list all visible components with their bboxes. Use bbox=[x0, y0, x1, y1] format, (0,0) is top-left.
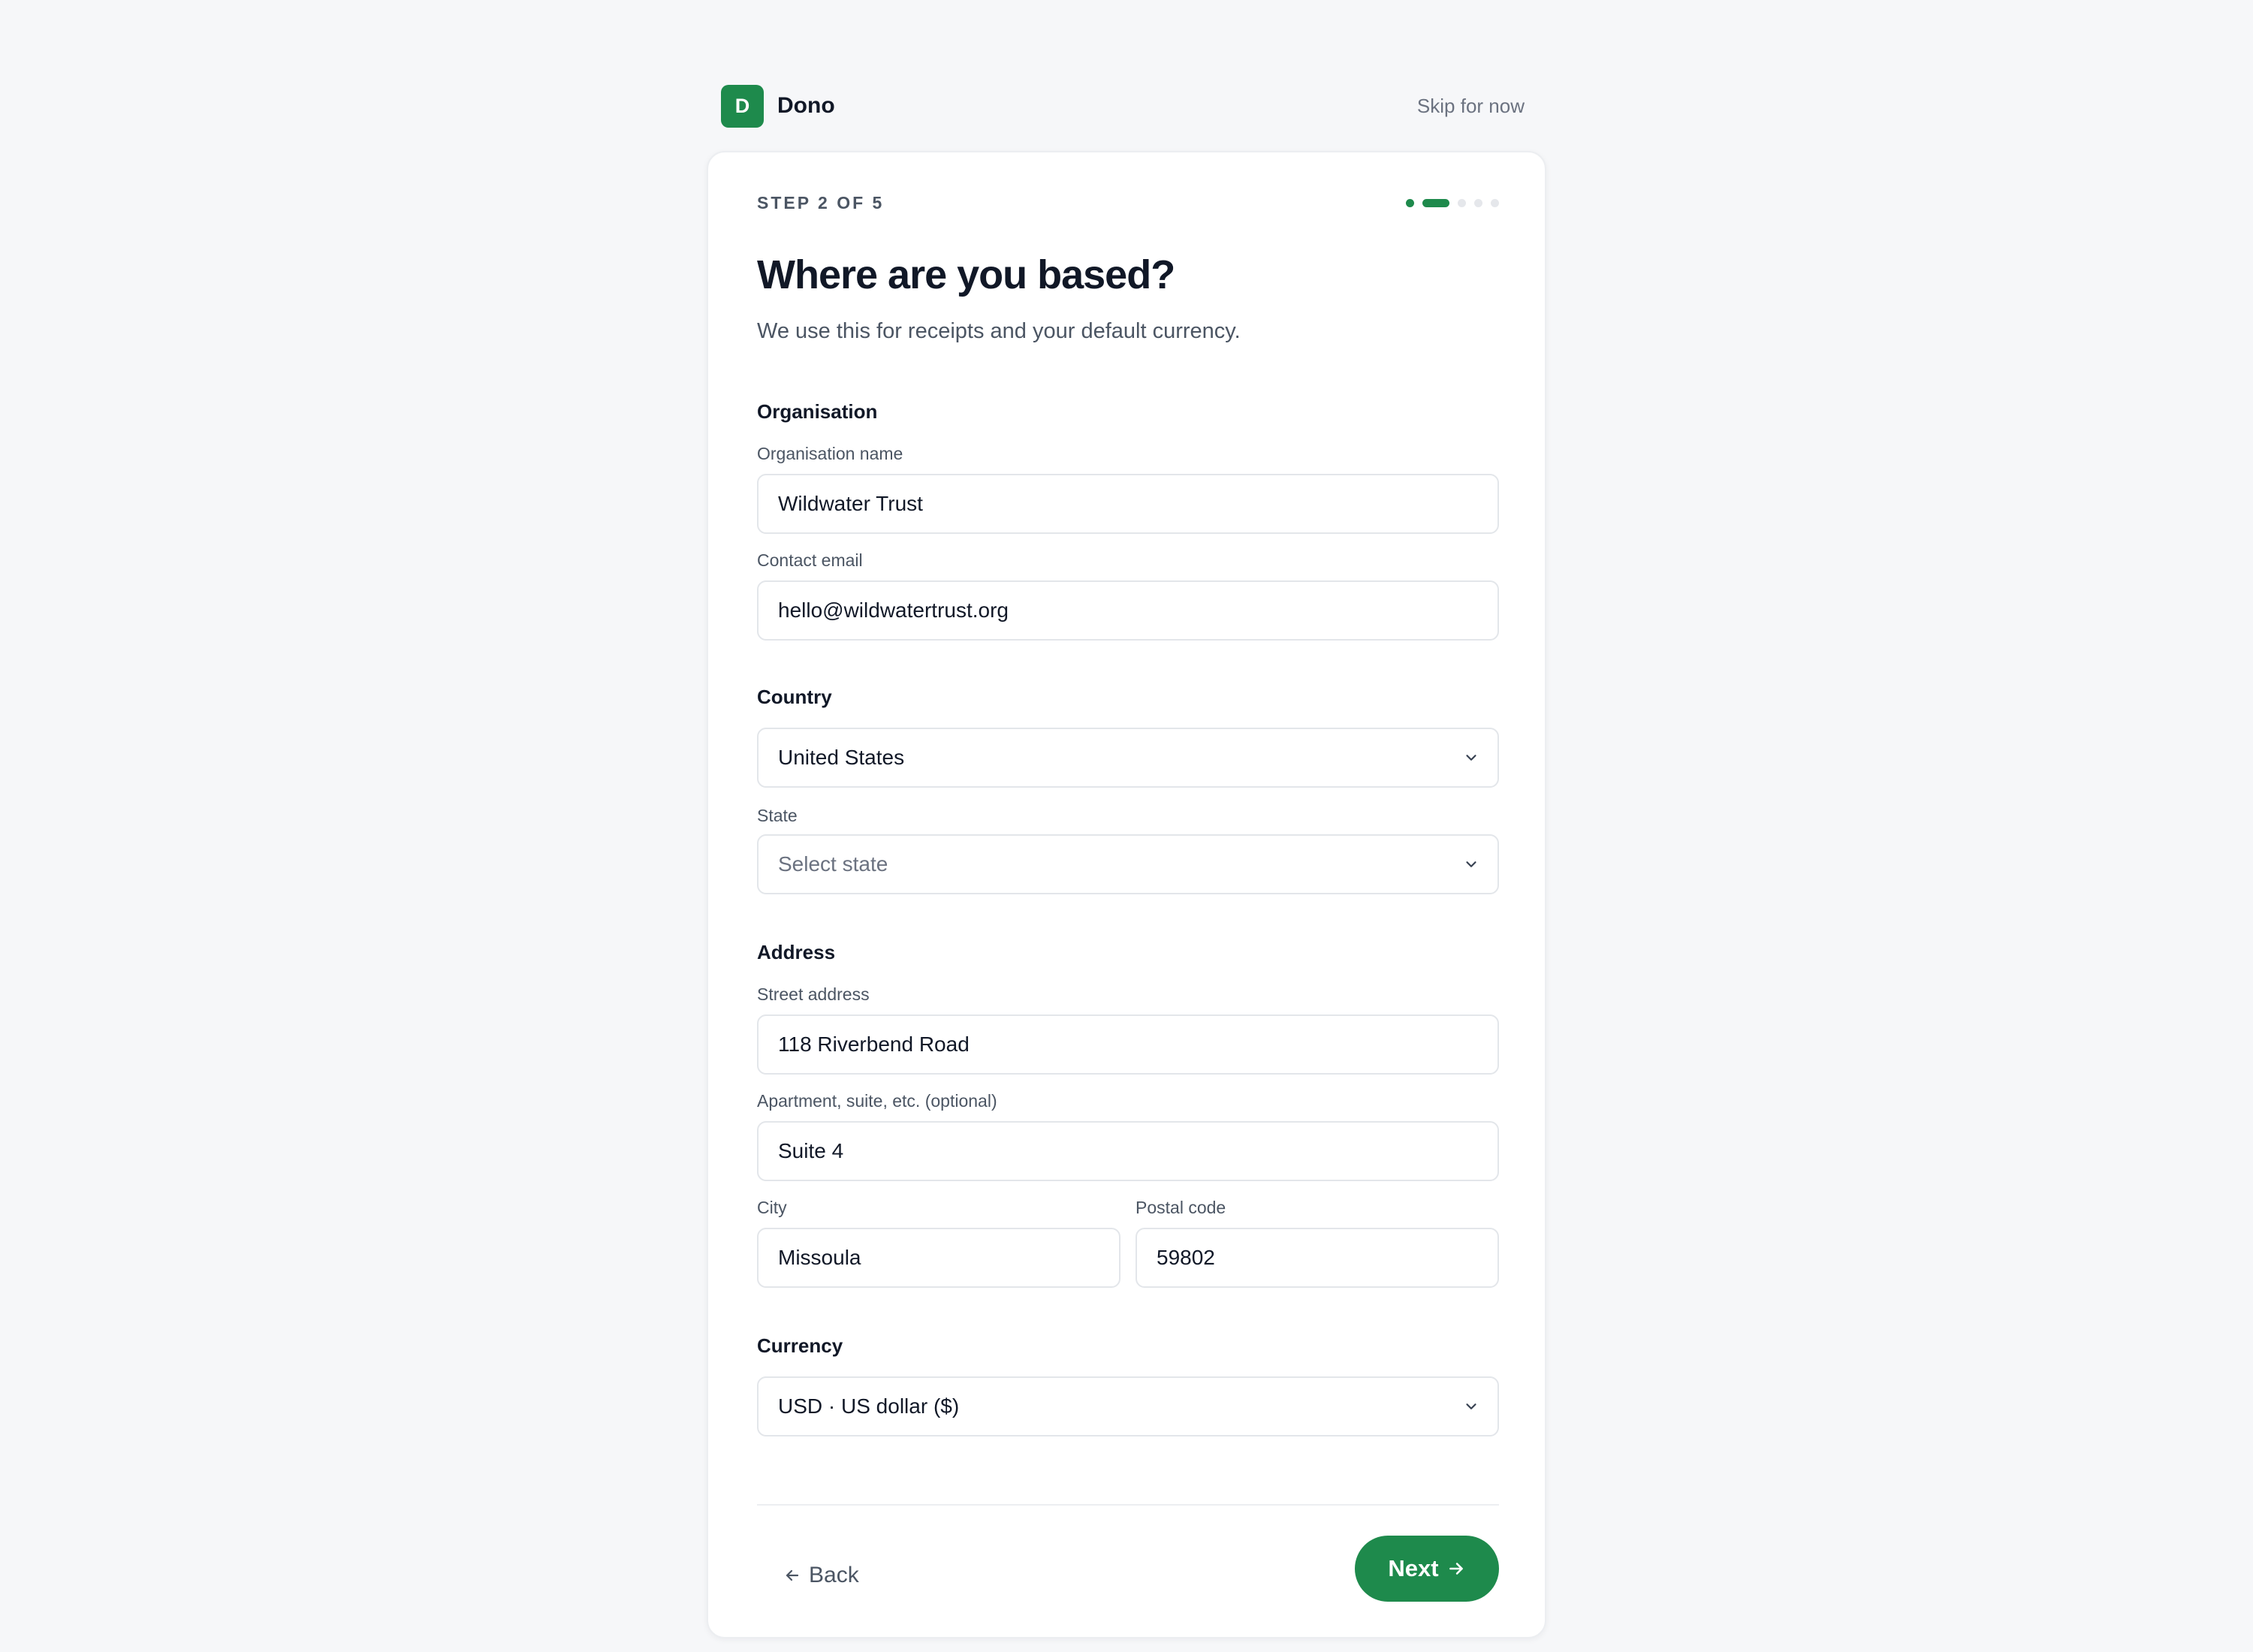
apartment-input[interactable]: Suite 4 bbox=[757, 1121, 1499, 1181]
postal-code-input[interactable]: 59802 bbox=[1136, 1228, 1499, 1288]
top-bar: D Dono Skip for now bbox=[721, 83, 1526, 129]
postal-code-label: Postal code bbox=[1136, 1198, 1226, 1217]
back-button[interactable]: Back bbox=[783, 1557, 859, 1594]
street-address-label: Street address bbox=[757, 984, 870, 1004]
arrow-left-icon bbox=[786, 1569, 799, 1581]
progress-dot-2 bbox=[1422, 198, 1449, 207]
street-address-value: 118 Riverbend Road bbox=[778, 1032, 970, 1056]
brand: D Dono bbox=[721, 84, 835, 128]
chevron-down-icon bbox=[1466, 1403, 1476, 1409]
state-select[interactable]: Select state bbox=[757, 834, 1499, 894]
page-title: Where are you based? bbox=[757, 252, 1175, 297]
organisation-name-label: Organisation name bbox=[757, 444, 903, 463]
currency-select[interactable]: USD · US dollar ($) bbox=[757, 1376, 1499, 1436]
arrow-right-icon bbox=[1449, 1563, 1463, 1575]
state-label: State bbox=[757, 806, 798, 825]
progress-dot-3 bbox=[1458, 198, 1466, 207]
apartment-value: Suite 4 bbox=[778, 1139, 844, 1162]
chevron-down-icon bbox=[1466, 755, 1476, 761]
country-heading: Country bbox=[757, 686, 832, 708]
apartment-label: Apartment, suite, etc. (optional) bbox=[757, 1091, 997, 1111]
step-label: STEP 2 OF 5 bbox=[757, 192, 885, 213]
currency-value: USD · US dollar ($) bbox=[778, 1394, 960, 1418]
organisation-heading: Organisation bbox=[757, 400, 878, 423]
progress-dot-5 bbox=[1491, 198, 1499, 207]
organisation-name-input[interactable]: Wildwater Trust bbox=[757, 474, 1499, 534]
country-select[interactable]: United States bbox=[757, 728, 1499, 788]
step-indicator: STEP 2 OF 5 bbox=[757, 191, 1499, 214]
contact-email-value: hello@wildwatertrust.org bbox=[778, 598, 1009, 622]
brand-name: Dono bbox=[777, 93, 835, 118]
country-value: United States bbox=[778, 746, 905, 769]
state-placeholder: Select state bbox=[778, 852, 888, 876]
next-label: Next bbox=[1388, 1555, 1439, 1581]
progress-dots bbox=[1406, 198, 1499, 207]
back-label: Back bbox=[809, 1563, 859, 1587]
city-label: City bbox=[757, 1198, 787, 1217]
logo: D bbox=[721, 84, 764, 128]
next-button[interactable]: Next bbox=[1355, 1536, 1499, 1602]
postal-code-value: 59802 bbox=[1157, 1246, 1215, 1269]
page-subtitle: We use this for receipts and your defaul… bbox=[757, 319, 1241, 343]
skip-link[interactable]: Skip for now bbox=[1417, 95, 1526, 118]
currency-heading: Currency bbox=[757, 1334, 843, 1357]
organisation-name-value: Wildwater Trust bbox=[778, 492, 923, 515]
progress-dot-1 bbox=[1406, 198, 1414, 207]
onboarding-card: STEP 2 OF 5 Where are you based? We use … bbox=[707, 151, 1546, 1638]
city-value: Missoula bbox=[778, 1246, 861, 1269]
chevron-down-icon bbox=[1466, 861, 1476, 867]
progress-dot-4 bbox=[1474, 198, 1482, 207]
contact-email-label: Contact email bbox=[757, 550, 863, 570]
contact-email-input[interactable]: hello@wildwatertrust.org bbox=[757, 580, 1499, 641]
street-address-input[interactable]: 118 Riverbend Road bbox=[757, 1014, 1499, 1075]
footer-divider bbox=[757, 1504, 1499, 1506]
city-input[interactable]: Missoula bbox=[757, 1228, 1120, 1288]
address-heading: Address bbox=[757, 941, 836, 963]
